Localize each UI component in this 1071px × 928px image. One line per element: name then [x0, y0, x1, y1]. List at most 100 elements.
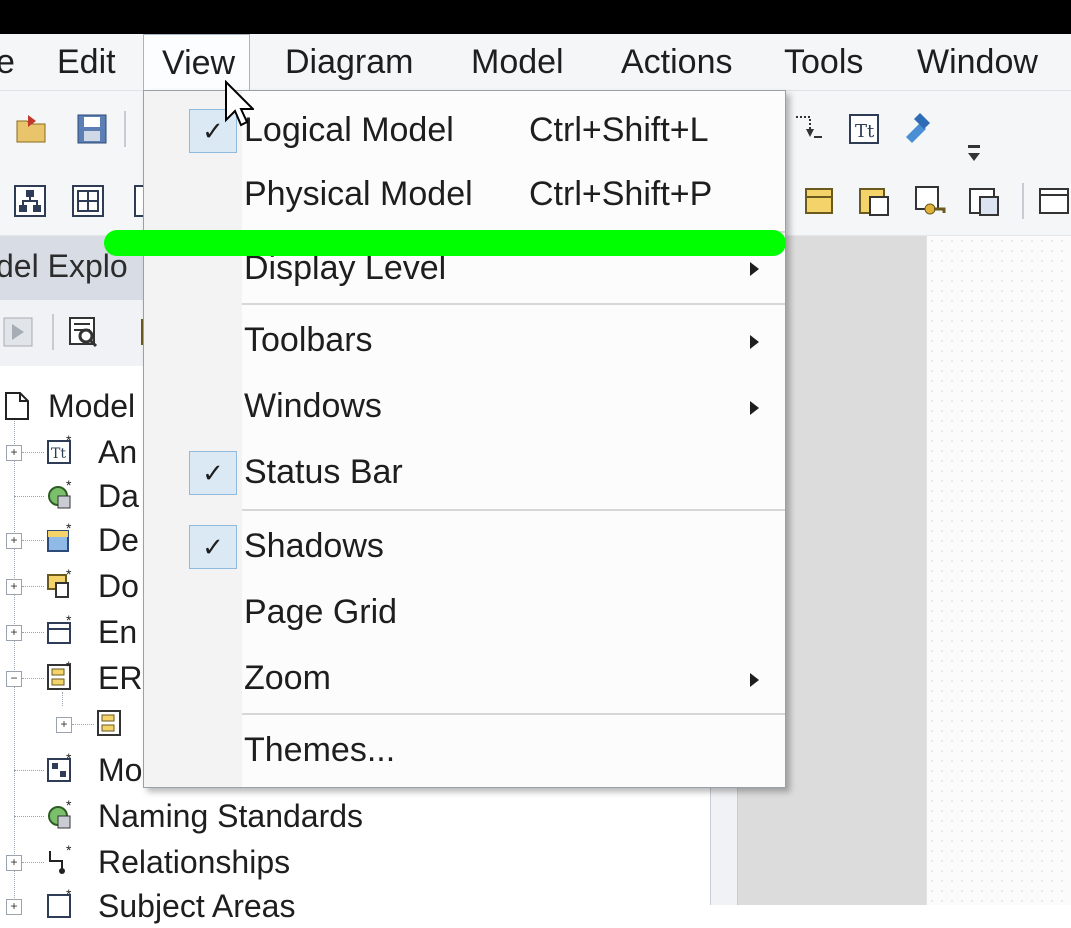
save-icon[interactable] — [74, 111, 110, 147]
menu-item-themes[interactable]: Themes... — [144, 723, 785, 779]
tree-label: An — [98, 434, 138, 470]
expand-icon[interactable]: + — [6, 445, 22, 461]
diagram-canvas[interactable] — [926, 236, 1071, 905]
open-folder-icon[interactable] — [14, 111, 50, 147]
doc-star-icon: * — [47, 569, 72, 598]
menu-separator — [242, 713, 785, 715]
menu-item-page-grid[interactable]: Page Grid — [144, 585, 785, 641]
tree-guide-line — [14, 496, 44, 497]
menu-file[interactable]: e — [0, 42, 15, 82]
tree-label: Do — [98, 568, 139, 604]
menu-diagram[interactable]: Diagram — [285, 42, 413, 82]
er-diagram-icon: * — [47, 661, 72, 690]
wrench-icon[interactable] — [900, 107, 936, 143]
svg-text:*: * — [66, 480, 72, 493]
highlight-annotation — [104, 230, 786, 256]
find-icon[interactable] — [66, 314, 102, 350]
hierarchy-icon[interactable] — [12, 183, 48, 219]
menu-item-zoom[interactable]: Zoom — [144, 651, 785, 707]
toolbar-separator — [1022, 183, 1024, 219]
menu-item-physical-model[interactable]: Physical Model Ctrl+Shift+P — [144, 167, 785, 223]
svg-text:*: * — [66, 800, 72, 813]
menu-model[interactable]: Model — [471, 42, 564, 82]
tree-label: Naming Standards — [98, 798, 364, 834]
menu-item-shortcut: Ctrl+Shift+L — [529, 111, 709, 149]
checkmark-icon: ✓ — [189, 525, 237, 569]
svg-text:*: * — [66, 889, 72, 902]
svg-text:*: * — [66, 435, 72, 448]
menu-edit[interactable]: Edit — [57, 42, 116, 82]
menu-actions[interactable]: Actions — [621, 42, 733, 82]
expand-icon[interactable]: + — [6, 899, 22, 915]
menu-item-toolbars[interactable]: Toolbars — [144, 313, 785, 369]
tree-guide-line — [22, 862, 44, 863]
tree-guide-line — [72, 724, 94, 725]
text-template-icon: Tt* — [47, 435, 72, 464]
key-table-icon[interactable] — [912, 183, 948, 219]
title-bar — [0, 0, 1071, 34]
tree-label: Model — [48, 388, 136, 424]
menu-item-shadows[interactable]: ✓ Shadows — [144, 519, 785, 575]
expand-icon[interactable]: + — [56, 717, 72, 733]
menu-item-windows[interactable]: Windows — [144, 379, 785, 435]
tree-guide-line — [62, 692, 63, 706]
checkmark-icon: ✓ — [189, 451, 237, 495]
expand-icon[interactable]: + — [6, 579, 22, 595]
svg-text:Tt: Tt — [51, 446, 66, 462]
svg-text:*: * — [66, 661, 72, 674]
submenu-arrow-icon — [750, 401, 759, 415]
connector-icon[interactable] — [792, 111, 828, 147]
subject-area-icon: * — [47, 889, 72, 918]
view-menu-dropdown: ✓ Logical Model Ctrl+Shift+L Physical Mo… — [143, 90, 786, 788]
expand-icon[interactable]: + — [6, 533, 22, 549]
menu-item-label: Themes... — [244, 731, 396, 769]
tree-label: En — [98, 614, 138, 650]
svg-text:*: * — [66, 523, 72, 536]
toolbar-overflow-icon[interactable] — [956, 131, 980, 167]
expand-icon[interactable]: + — [6, 625, 22, 641]
entity-yellow-icon[interactable] — [802, 183, 838, 219]
menu-window[interactable]: Window — [917, 42, 1038, 82]
tree-guide-line — [22, 540, 44, 541]
er-child-icon — [97, 710, 121, 736]
menu-item-label: Page Grid — [244, 593, 398, 631]
delete-icon[interactable] — [128, 314, 155, 350]
relationship-icon: * — [49, 845, 72, 874]
menu-separator — [242, 303, 785, 305]
tree-label: De — [98, 522, 139, 558]
expand-icon[interactable]: + — [6, 855, 22, 871]
table-list-icon[interactable] — [966, 183, 1002, 219]
domain-icon: * — [47, 523, 72, 552]
menu-item-label: Logical Model — [244, 111, 454, 149]
menu-item-label: Zoom — [244, 659, 331, 697]
mouse-cursor-icon — [225, 80, 254, 127]
model-explorer-toolbar — [0, 300, 155, 366]
menu-item-label: Physical Model — [244, 175, 473, 213]
tree-guide-line — [14, 398, 15, 908]
forward-icon[interactable] — [2, 314, 34, 350]
menu-item-label: Status Bar — [244, 453, 403, 491]
tree-label: Mo — [98, 752, 143, 788]
tree-guide-line — [22, 586, 44, 587]
pattern-icon[interactable] — [70, 183, 106, 219]
menu-bar: e Edit View Diagram Model Actions Tools … — [0, 34, 1071, 91]
entity-icon: * — [47, 615, 72, 644]
gear-db-icon: * — [48, 480, 72, 509]
table-icon[interactable] — [856, 183, 892, 219]
svg-text:*: * — [66, 615, 72, 628]
window-icon[interactable] — [1036, 183, 1071, 219]
menu-tools[interactable]: Tools — [784, 42, 863, 82]
menu-separator — [242, 509, 785, 511]
svg-text:*: * — [66, 845, 72, 858]
model-source-icon: * — [47, 753, 72, 782]
text-template-icon[interactable]: Tt — [846, 111, 882, 147]
tree-label: ER — [98, 660, 143, 696]
menu-item-status-bar[interactable]: ✓ Status Bar — [144, 445, 785, 501]
layout-icon[interactable] — [124, 183, 153, 219]
collapse-icon[interactable]: − — [6, 671, 22, 687]
toolbar-separator — [124, 111, 126, 147]
submenu-arrow-icon — [750, 262, 759, 276]
document-icon — [5, 392, 29, 420]
tree-guide-line — [14, 770, 44, 771]
submenu-arrow-icon — [750, 335, 759, 349]
